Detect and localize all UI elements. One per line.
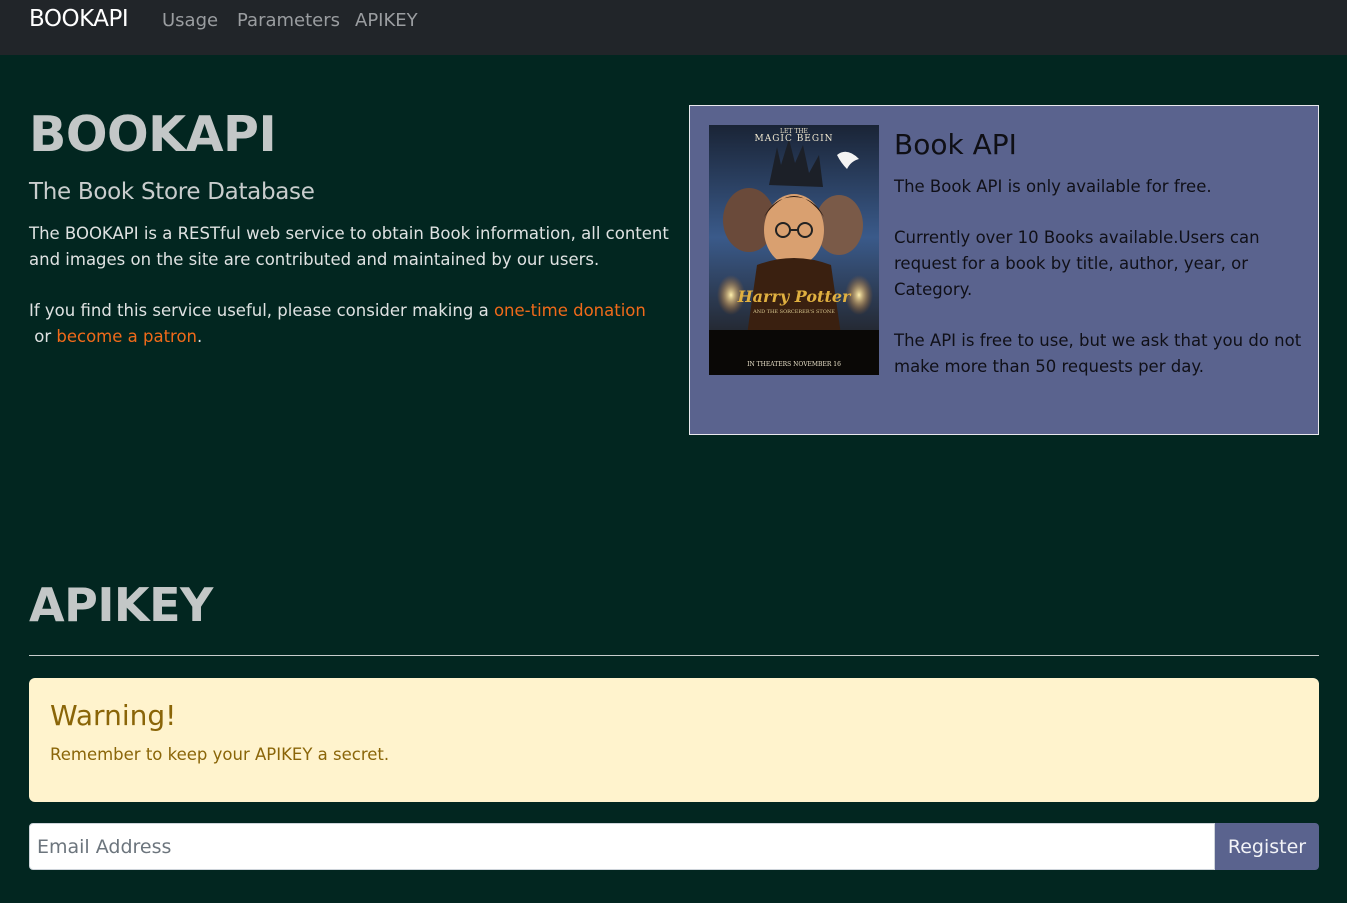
hero-subtitle: The Book Store Database [29, 179, 315, 205]
card-paragraph-free: The Book API is only available for free. [894, 177, 1212, 196]
donate-prefix-text: If you find this service useful, please … [29, 301, 494, 320]
hero-title: BOOKAPI [29, 106, 277, 163]
donation-link[interactable]: one-time donation [494, 301, 646, 320]
navbar-brand[interactable]: BOOKAPI [29, 6, 129, 32]
book-api-card: LET THE MAGIC BEGIN Harry Potter AND THE… [689, 105, 1319, 435]
email-field[interactable] [29, 823, 1215, 870]
register-button[interactable]: Register [1215, 823, 1319, 870]
poster-logo-sub: AND THE SORCERER'S STONE [753, 309, 835, 315]
top-navbar: BOOKAPI Usage Parameters APIKEY [0, 0, 1347, 55]
card-paragraph-limits: The API is free to use, but we ask that … [894, 331, 1302, 376]
warning-title: Warning! [50, 699, 177, 732]
poster-art [709, 125, 879, 375]
donation-paragraph: If you find this service useful, please … [29, 298, 679, 350]
apikey-title: APIKEY [29, 578, 213, 632]
donate-suffix-text: . [197, 327, 203, 346]
nav-link-parameters[interactable]: Parameters [237, 10, 340, 31]
donate-middle-text: or [29, 327, 57, 346]
patron-link[interactable]: become a patron [56, 327, 197, 346]
nav-link-usage[interactable]: Usage [162, 10, 218, 31]
nav-link-apikey[interactable]: APIKEY [355, 10, 418, 31]
poster-logo: Harry Potter [737, 287, 851, 306]
card-paragraph-books: Currently over 10 Books available.Users … [894, 228, 1260, 299]
section-divider [29, 655, 1319, 656]
poster-headline: MAGIC BEGIN [754, 134, 834, 144]
warning-alert: Warning! Remember to keep your APIKEY a … [29, 678, 1319, 802]
movie-poster-image: LET THE MAGIC BEGIN Harry Potter AND THE… [709, 125, 879, 375]
poster-bottom-line: IN THEATERS NOVEMBER 16 [747, 361, 841, 368]
warning-text: Remember to keep your APIKEY a secret. [50, 745, 390, 764]
hero-description: The BOOKAPI is a RESTful web service to … [29, 224, 669, 269]
card-title: Book API [894, 128, 1017, 161]
